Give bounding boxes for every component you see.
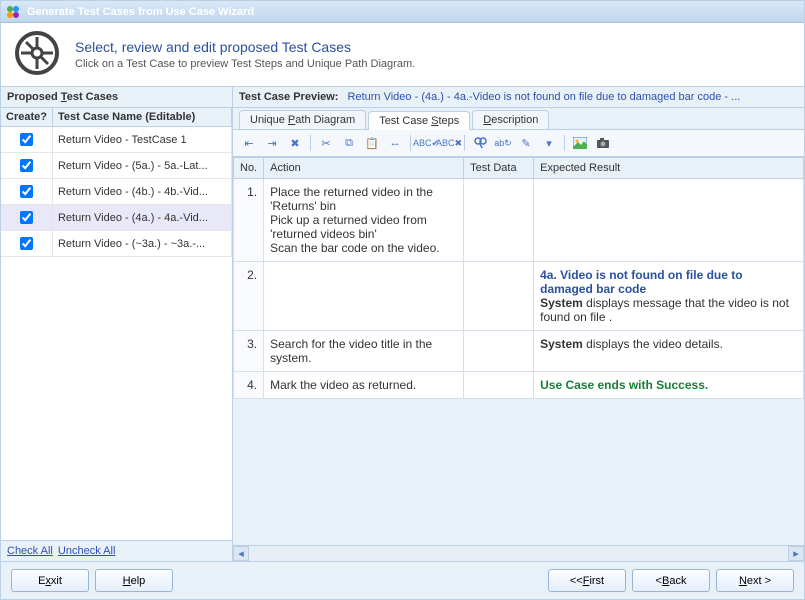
step-expected[interactable]	[534, 179, 804, 262]
replace-button[interactable]: ab↻	[493, 133, 513, 153]
check-links: Check All Uncheck All	[1, 540, 232, 561]
test-case-name[interactable]: Return Video - TestCase 1	[52, 127, 231, 153]
preview-panel: Test Case Preview: Return Video - (4a.) …	[233, 87, 804, 561]
spellcheck-off-button[interactable]: ABC✖	[439, 133, 459, 153]
insert-after-button[interactable]: ⇥	[262, 133, 282, 153]
test-case-row[interactable]: Return Video - TestCase 1	[1, 127, 232, 153]
step-action[interactable]	[264, 262, 464, 331]
step-action[interactable]: Search for the video title in the system…	[264, 331, 464, 372]
step-expected[interactable]: Use Case ends with Success.	[534, 372, 804, 399]
paste-button[interactable]: 📋	[362, 133, 382, 153]
dropdown-button[interactable]: ▾	[539, 133, 559, 153]
step-row[interactable]: 4.Mark the video as returned. Use Case en…	[234, 372, 804, 399]
proposed-test-cases-panel: Proposed Test Cases Create? Test Case Na…	[1, 87, 233, 561]
check-all-link[interactable]: Check All	[7, 545, 53, 557]
col-no[interactable]: No.	[234, 158, 264, 179]
tab-description[interactable]: Description	[472, 110, 549, 129]
tab-test-case-steps[interactable]: Test Case Steps	[368, 111, 470, 130]
tabs: Unique Path Diagram Test Case Steps Desc…	[233, 108, 804, 130]
window-title: Generate Test Cases from Use Case Wizard	[27, 6, 254, 18]
create-checkbox[interactable]	[20, 237, 33, 250]
step-no: 1.	[234, 179, 264, 262]
steps-table: No. Action Test Data Expected Result 1.P…	[233, 157, 804, 399]
test-case-name[interactable]: Return Video - (4b.) - 4b.-Vid...	[52, 179, 231, 205]
app-icon	[5, 4, 21, 20]
scroll-left-icon[interactable]: ◂	[233, 546, 249, 561]
page-subtitle: Click on a Test Case to preview Test Ste…	[75, 58, 792, 70]
exit-button[interactable]: Exxit	[11, 569, 89, 592]
col-testdata[interactable]: Test Data	[464, 158, 534, 179]
uncheck-all-link[interactable]: Uncheck All	[58, 545, 115, 557]
camera-button[interactable]	[593, 133, 613, 153]
col-expected[interactable]: Expected Result	[534, 158, 804, 179]
copy-button[interactable]: ⧉	[339, 133, 359, 153]
insert-before-button[interactable]: ⇤	[239, 133, 259, 153]
step-no: 2.	[234, 262, 264, 331]
find-button[interactable]	[470, 133, 490, 153]
col-action[interactable]: Action	[264, 158, 464, 179]
create-checkbox[interactable]	[20, 185, 33, 198]
col-create[interactable]: Create?	[1, 108, 52, 127]
step-row[interactable]: 3.Search for the video title in the syst…	[234, 331, 804, 372]
step-expected[interactable]: System displays the video details.	[534, 331, 804, 372]
step-action[interactable]: Mark the video as returned.	[264, 372, 464, 399]
step-action[interactable]: Place the returned video in the 'Returns…	[264, 179, 464, 262]
scroll-right-icon[interactable]: ▸	[788, 546, 804, 561]
step-expected[interactable]: 4a. Video is not found on file due to da…	[534, 262, 804, 331]
edit-button[interactable]: ✎	[516, 133, 536, 153]
move-button[interactable]: ↔	[385, 133, 405, 153]
help-button[interactable]: Help	[95, 569, 173, 592]
test-case-row[interactable]: Return Video - (5a.) - 5a.-Lat...	[1, 153, 232, 179]
gear-icon	[13, 29, 61, 80]
test-cases-table: Create? Test Case Name (Editable) Return…	[1, 108, 232, 257]
footer: Exxit Help << First < Back Next >	[1, 561, 804, 599]
spellcheck-on-button[interactable]: ABC✔	[416, 133, 436, 153]
delete-row-button[interactable]: ✖	[285, 133, 305, 153]
preview-value: Return Video - (4a.) - 4a.-Video is not …	[348, 91, 741, 103]
page-title: Select, review and edit proposed Test Ca…	[75, 39, 792, 55]
step-row[interactable]: 1.Place the returned video in the 'Retur…	[234, 179, 804, 262]
image-button[interactable]	[570, 133, 590, 153]
toolbar: ⇤ ⇥ ✖ ✂ ⧉ 📋 ↔ ABC✔ ABC✖ ab↻ ✎ ▾	[233, 130, 804, 157]
col-name[interactable]: Test Case Name (Editable)	[52, 108, 231, 127]
panel-title: Proposed Test Cases	[1, 87, 232, 108]
header: Select, review and edit proposed Test Ca…	[1, 23, 804, 87]
wizard-window: Generate Test Cases from Use Case Wizard…	[0, 0, 805, 600]
create-checkbox[interactable]	[20, 159, 33, 172]
step-no: 4.	[234, 372, 264, 399]
test-case-row[interactable]: Return Video - (~3a.) - ~3a.-...	[1, 231, 232, 257]
step-testdata[interactable]	[464, 372, 534, 399]
step-testdata[interactable]	[464, 179, 534, 262]
first-button[interactable]: << First	[548, 569, 626, 592]
test-case-name[interactable]: Return Video - (~3a.) - ~3a.-...	[52, 231, 231, 257]
create-checkbox[interactable]	[20, 211, 33, 224]
tab-unique-path-diagram[interactable]: Unique Path Diagram	[239, 110, 366, 129]
titlebar: Generate Test Cases from Use Case Wizard	[1, 1, 804, 23]
cut-button[interactable]: ✂	[316, 133, 336, 153]
test-case-name[interactable]: Return Video - (4a.) - 4a.-Vid...	[52, 205, 231, 231]
step-testdata[interactable]	[464, 262, 534, 331]
test-case-row[interactable]: Return Video - (4a.) - 4a.-Vid...	[1, 205, 232, 231]
step-testdata[interactable]	[464, 331, 534, 372]
step-no: 3.	[234, 331, 264, 372]
next-button[interactable]: Next >	[716, 569, 794, 592]
back-button[interactable]: < Back	[632, 569, 710, 592]
test-case-row[interactable]: Return Video - (4b.) - 4b.-Vid...	[1, 179, 232, 205]
step-row[interactable]: 2. 4a. Video is not found on file due to …	[234, 262, 804, 331]
horizontal-scrollbar[interactable]: ◂ ▸	[233, 545, 804, 561]
test-case-name[interactable]: Return Video - (5a.) - 5a.-Lat...	[52, 153, 231, 179]
create-checkbox[interactable]	[20, 133, 33, 146]
preview-header: Test Case Preview: Return Video - (4a.) …	[233, 87, 804, 108]
